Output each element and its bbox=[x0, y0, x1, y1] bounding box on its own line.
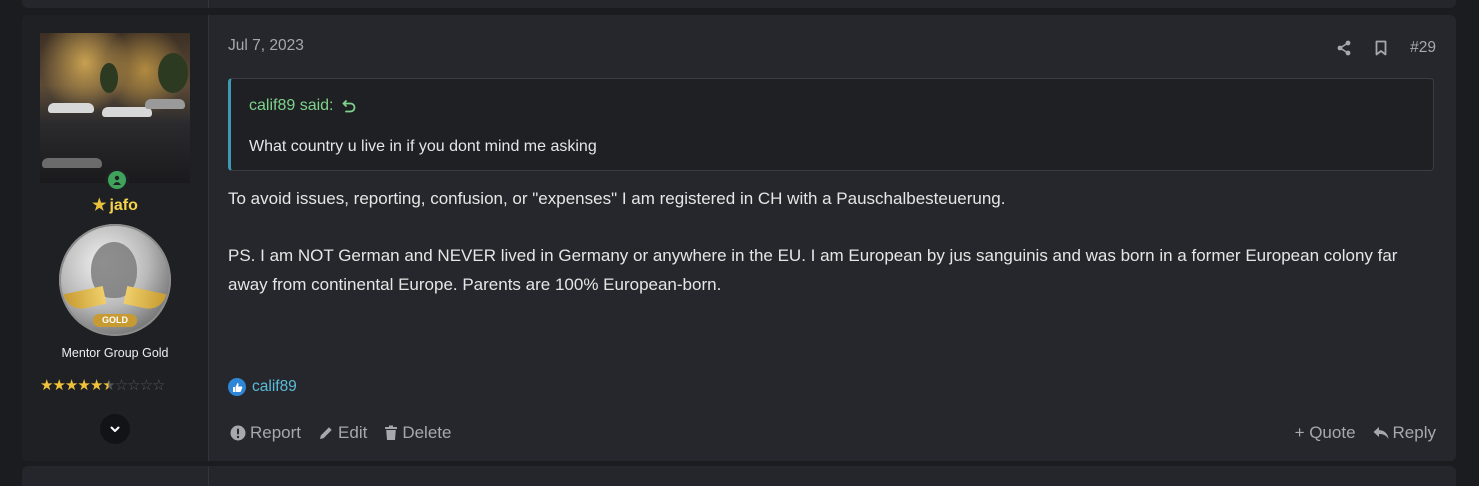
star-full-icon: ★ bbox=[77, 377, 90, 394]
edit-button[interactable]: Edit bbox=[318, 423, 367, 443]
avatar[interactable] bbox=[40, 33, 190, 183]
jump-to-quote-icon bbox=[342, 100, 355, 113]
quote-text: What country u live in if you dont mind … bbox=[249, 138, 597, 155]
post-footer-right: + Quote Reply bbox=[1295, 423, 1436, 443]
report-icon bbox=[230, 425, 246, 441]
user-rating-stars: ★★★★★★☆☆☆☆ bbox=[40, 377, 166, 395]
user-title: Mentor Group Gold bbox=[61, 346, 169, 360]
star-empty-icon: ☆ bbox=[152, 377, 165, 394]
reply-icon bbox=[1373, 427, 1389, 439]
star-full-icon: ★ bbox=[40, 377, 53, 394]
like-icon bbox=[228, 378, 246, 396]
trash-icon bbox=[385, 425, 398, 440]
star-icon: ★ bbox=[92, 197, 107, 214]
expand-user-info-button[interactable] bbox=[100, 414, 130, 444]
quote-button[interactable]: + Quote bbox=[1295, 423, 1356, 443]
forum-post: ★ jafo GOLD Mentor Group Gold ★★★★★★☆☆☆☆ … bbox=[22, 15, 1456, 461]
delete-button[interactable]: Delete bbox=[384, 423, 451, 443]
post-number-link[interactable]: #29 bbox=[1410, 39, 1436, 57]
star-full-icon: ★ bbox=[52, 377, 65, 394]
bookmark-icon[interactable] bbox=[1374, 40, 1388, 56]
post-date[interactable]: Jul 7, 2023 bbox=[228, 37, 304, 55]
group-badge-image: GOLD bbox=[59, 224, 171, 336]
share-icon[interactable] bbox=[1336, 40, 1352, 56]
next-post-edge bbox=[22, 466, 1456, 486]
post-paragraph: PS. I am NOT German and NEVER lived in G… bbox=[228, 246, 1398, 294]
quote-block: calif89 said: What country u live in if … bbox=[228, 78, 1434, 171]
reaction-users-link[interactable]: calif89 bbox=[252, 378, 297, 396]
post-header-actions: #29 bbox=[1336, 39, 1436, 57]
star-full-icon: ★ bbox=[89, 377, 103, 394]
quote-author-link[interactable]: calif89 said: bbox=[249, 97, 356, 115]
post-body: To avoid issues, reporting, confusion, o… bbox=[228, 185, 1428, 299]
post-paragraph: To avoid issues, reporting, confusion, o… bbox=[228, 189, 1006, 208]
star-full-icon: ★ bbox=[64, 377, 78, 394]
star-empty-icon: ☆ bbox=[114, 377, 128, 394]
reply-button[interactable]: Reply bbox=[1373, 423, 1436, 443]
post-footer-left: Report Edit Delete bbox=[230, 423, 451, 443]
star-half-icon: ★ bbox=[102, 377, 115, 394]
pencil-icon bbox=[320, 427, 332, 439]
online-status-icon bbox=[105, 168, 129, 192]
badge-label: GOLD bbox=[93, 314, 137, 327]
username[interactable]: ★ jafo bbox=[22, 195, 208, 215]
post-content: Jul 7, 2023 #29 calif89 said: What count… bbox=[209, 15, 1456, 461]
chevron-down-icon bbox=[110, 426, 120, 432]
star-empty-icon: ☆ bbox=[139, 377, 153, 394]
user-sidebar: ★ jafo GOLD Mentor Group Gold ★★★★★★☆☆☆☆ bbox=[22, 15, 209, 461]
star-empty-icon: ☆ bbox=[127, 377, 140, 394]
reactions-bar: calif89 bbox=[228, 378, 297, 396]
previous-post-edge bbox=[22, 0, 1456, 8]
report-button[interactable]: Report bbox=[230, 423, 301, 443]
